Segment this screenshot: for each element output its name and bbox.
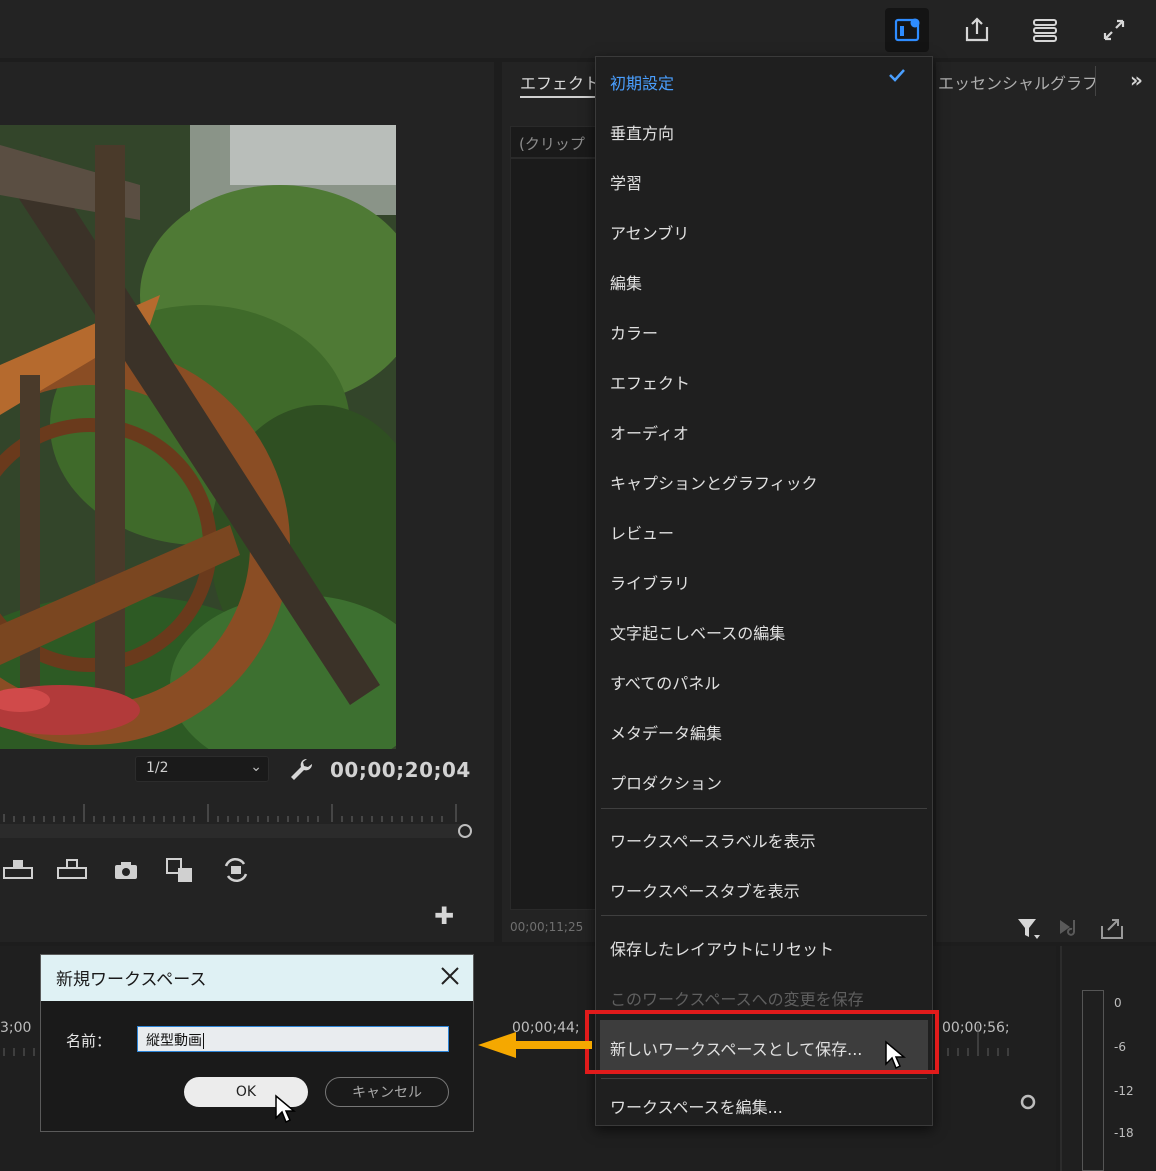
share-icon: [965, 17, 989, 42]
workspaces-button[interactable]: [885, 8, 929, 52]
filter-button[interactable]: [1014, 914, 1042, 942]
proxy-icon: [224, 857, 248, 883]
effect-controls-timecode: 00;00;11;25: [510, 920, 584, 934]
text-caret: [203, 1033, 204, 1049]
menu-item-edit-workspaces[interactable]: ワークスペースを編集...: [610, 1094, 783, 1118]
lift-icon: [3, 860, 33, 879]
quick-export-button[interactable]: [1023, 8, 1067, 52]
check-icon: [886, 64, 908, 86]
more-panels-icon[interactable]: »: [1130, 68, 1143, 92]
comparison-icon: [166, 858, 192, 882]
timeline-zoom-handle[interactable]: [1016, 1090, 1040, 1114]
tab-divider: [1095, 66, 1096, 96]
expand-icon: [1103, 19, 1125, 41]
filter-icon: [1018, 919, 1040, 939]
menu-item-editing[interactable]: 編集: [610, 270, 642, 294]
export-button[interactable]: [1098, 914, 1126, 942]
menu-item-show-workspace-tabs[interactable]: ワークスペースタブを表示: [610, 878, 800, 902]
menu-item-reset-layout[interactable]: 保存したレイアウトにリセット: [610, 936, 834, 960]
list-icon: [1033, 19, 1057, 42]
audio-meter-bar: [1082, 990, 1104, 1171]
fullscreen-button[interactable]: [1092, 8, 1136, 52]
add-button[interactable]: ✚: [434, 902, 454, 930]
menu-divider: [601, 915, 927, 916]
dialog-title: 新規ワークスペース: [56, 970, 207, 990]
essential-graphics-panel: [936, 62, 1156, 942]
meter-label: -6: [1114, 1040, 1126, 1054]
menu-item-show-workspace-label[interactable]: ワークスペースラベルを表示: [610, 828, 816, 852]
cancel-button[interactable]: キャンセル: [325, 1077, 449, 1107]
audio-play-icon: [1060, 920, 1075, 936]
playback-resolution-select[interactable]: 1/2 ⌄: [135, 756, 269, 782]
export-frame-button[interactable]: [110, 856, 142, 884]
tab-essential-graphics[interactable]: エッセンシャルグラフ: [938, 70, 1098, 94]
menu-item-audio[interactable]: オーディオ: [610, 420, 689, 444]
camera-icon: [115, 862, 137, 879]
menu-item-default[interactable]: 初期設定: [610, 70, 674, 94]
playhead-timecode[interactable]: 00;00;20;04: [330, 758, 471, 782]
extract-icon: [57, 859, 87, 879]
menu-item-metadata-logging[interactable]: メタデータ編集: [610, 720, 722, 744]
meter-label: 0: [1114, 996, 1122, 1010]
audio-button[interactable]: [1056, 914, 1084, 942]
menu-item-libraries[interactable]: ライブラリ: [610, 570, 690, 594]
top-bar: [0, 0, 1156, 58]
audio-meter-panel: [1060, 946, 1156, 1171]
menu-item-text-based-editing[interactable]: 文字起こしベースの編集: [610, 620, 785, 644]
monitor-time-ruler[interactable]: [0, 800, 476, 842]
workspace-name-input[interactable]: 縦型動画: [137, 1026, 449, 1052]
resolution-value: 1/2: [146, 760, 169, 776]
menu-item-color[interactable]: カラー: [610, 320, 658, 344]
workspaces-icon: [894, 18, 920, 42]
menu-item-learning[interactable]: 学習: [610, 170, 642, 194]
video-frame-image: [0, 125, 396, 749]
menu-item-assembly[interactable]: アセンブリ: [610, 220, 689, 244]
clip-selector[interactable]: (クリップ: [510, 126, 600, 158]
menu-divider: [601, 1078, 927, 1079]
mouse-cursor-icon: [884, 1040, 907, 1072]
share-button[interactable]: [955, 8, 999, 52]
plus-icon: ✚: [434, 902, 455, 930]
lift-button[interactable]: [2, 856, 34, 884]
proxy-toggle-button[interactable]: [220, 856, 252, 884]
menu-item-captions-graphics[interactable]: キャプションとグラフィック: [610, 470, 818, 494]
extract-button[interactable]: [56, 856, 88, 884]
menu-item-vertical[interactable]: 垂直方向: [610, 120, 674, 144]
active-tab-indicator: [520, 96, 598, 98]
menu-item-all-panels[interactable]: すべてのパネル: [610, 670, 720, 694]
comparison-view-button[interactable]: [164, 856, 196, 884]
wrench-icon[interactable]: [288, 756, 314, 782]
menu-item-review[interactable]: レビュー: [610, 520, 674, 544]
workspace-name-value: 縦型動画: [146, 1033, 202, 1049]
name-label: 名前：: [66, 1032, 112, 1050]
video-preview: [0, 125, 396, 749]
close-icon[interactable]: [437, 963, 463, 989]
annotation-arrow-icon: [474, 1030, 594, 1060]
meter-label: -18: [1114, 1126, 1134, 1140]
effect-controls-area: [510, 158, 600, 910]
menu-divider: [601, 808, 927, 809]
menu-item-effects[interactable]: エフェクト: [610, 370, 690, 394]
tab-effect-controls[interactable]: エフェクト: [520, 70, 600, 94]
mouse-cursor-icon: [274, 1094, 297, 1126]
chevron-down-icon: ⌄: [250, 759, 262, 775]
menu-item-production[interactable]: プロダクション: [610, 770, 722, 794]
menu-item-save-changes: このワークスペースへの変更を保存: [610, 990, 864, 1009]
meter-label: -12: [1114, 1084, 1134, 1098]
export-icon: [1101, 919, 1123, 939]
